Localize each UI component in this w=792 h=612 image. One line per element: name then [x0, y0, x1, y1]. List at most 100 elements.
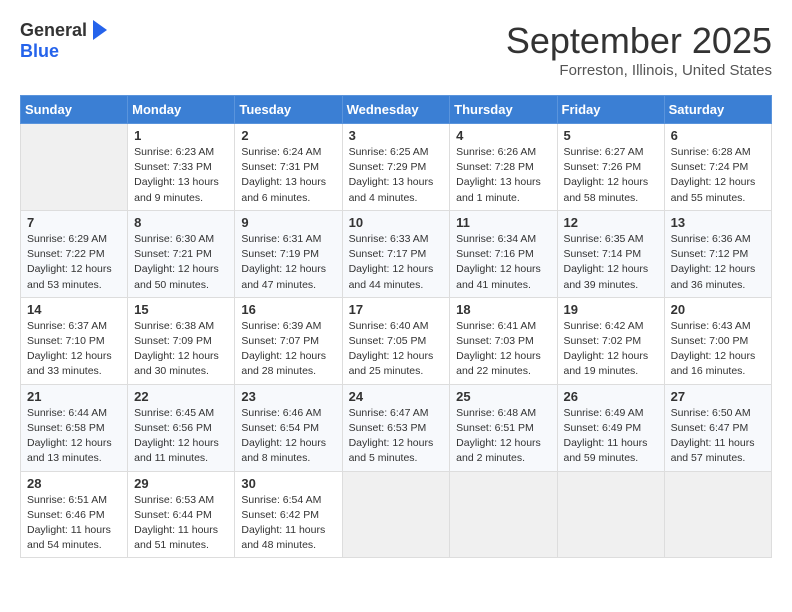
calendar-cell: 23 Sunrise: 6:46 AM Sunset: 6:54 PM Dayli… [235, 384, 342, 471]
calendar-cell: 20Sunrise: 6:43 AM Sunset: 7:00 PM Dayli… [664, 297, 771, 384]
day-number: 18 [456, 302, 550, 317]
day-info: Sunrise: 6:27 AM Sunset: 7:26 PM Dayligh… [564, 145, 658, 206]
calendar-cell: 14 Sunrise: 6:37 AM Sunset: 7:10 PM Dayli… [21, 297, 128, 384]
day-info: Sunrise: 6:51 AM Sunset: 6:46 PM Dayligh… [27, 493, 121, 554]
day-number: 6 [671, 128, 765, 143]
calendar-cell: 17Sunrise: 6:40 AM Sunset: 7:05 PM Dayli… [342, 297, 450, 384]
day-number: 3 [349, 128, 444, 143]
day-info: Sunrise: 6:54 AM Sunset: 6:42 PM Dayligh… [241, 493, 335, 554]
day-number: 5 [564, 128, 658, 143]
calendar-cell: 18 Sunrise: 6:41 AM Sunset: 7:03 PM Dayli… [450, 297, 557, 384]
logo-general-text: General [20, 20, 87, 41]
day-info: Sunrise: 6:48 AM Sunset: 6:51 PM Dayligh… [456, 406, 550, 467]
day-info: Sunrise: 6:26 AM Sunset: 7:28 PM Dayligh… [456, 145, 550, 206]
day-info: Sunrise: 6:38 AM Sunset: 7:09 PM Dayligh… [134, 319, 228, 380]
calendar-cell: 24 Sunrise: 6:47 AM Sunset: 6:53 PM Dayli… [342, 384, 450, 471]
day-number: 26 [564, 389, 658, 404]
calendar-cell: 27 Sunrise: 6:50 AM Sunset: 6:47 PM Dayli… [664, 384, 771, 471]
calendar-cell: 13 Sunrise: 6:36 AM Sunset: 7:12 PM Dayli… [664, 210, 771, 297]
day-header-sunday: Sunday [21, 96, 128, 124]
day-header-monday: Monday [128, 96, 235, 124]
calendar-cell: 4 Sunrise: 6:26 AM Sunset: 7:28 PM Daylig… [450, 124, 557, 211]
day-number: 1 [134, 128, 228, 143]
page-header: General Blue September 2025 Forreston, I… [20, 20, 772, 79]
calendar-cell: 12 Sunrise: 6:35 AM Sunset: 7:14 PM Dayli… [557, 210, 664, 297]
day-info: Sunrise: 6:42 AM Sunset: 7:02 PM Dayligh… [564, 319, 658, 380]
day-header-friday: Friday [557, 96, 664, 124]
calendar-week-1: 1 Sunrise: 6:23 AM Sunset: 7:33 PM Daylig… [21, 124, 772, 211]
day-info: Sunrise: 6:47 AM Sunset: 6:53 PM Dayligh… [349, 406, 444, 467]
day-number: 14 [27, 302, 121, 317]
calendar-cell: 22Sunrise: 6:45 AM Sunset: 6:56 PM Dayli… [128, 384, 235, 471]
day-info: Sunrise: 6:46 AM Sunset: 6:54 PM Dayligh… [241, 406, 335, 467]
day-header-wednesday: Wednesday [342, 96, 450, 124]
calendar-cell: 2 Sunrise: 6:24 AM Sunset: 7:31 PM Daylig… [235, 124, 342, 211]
logo-arrow-icon [93, 20, 107, 40]
day-number: 25 [456, 389, 550, 404]
day-info: Sunrise: 6:25 AM Sunset: 7:29 PM Dayligh… [349, 145, 444, 206]
calendar-cell: 28 Sunrise: 6:51 AM Sunset: 6:46 PM Dayli… [21, 471, 128, 558]
day-number: 4 [456, 128, 550, 143]
calendar-cell: 7 Sunrise: 6:29 AM Sunset: 7:22 PM Daylig… [21, 210, 128, 297]
location-text: Forreston, Illinois, United States [506, 62, 772, 79]
day-info: Sunrise: 6:37 AM Sunset: 7:10 PM Dayligh… [27, 319, 121, 380]
day-info: Sunrise: 6:29 AM Sunset: 7:22 PM Dayligh… [27, 232, 121, 293]
day-info: Sunrise: 6:28 AM Sunset: 7:24 PM Dayligh… [671, 145, 765, 206]
day-number: 13 [671, 215, 765, 230]
calendar-cell: 6 Sunrise: 6:28 AM Sunset: 7:24 PM Daylig… [664, 124, 771, 211]
day-number: 10 [349, 215, 444, 230]
day-number: 11 [456, 215, 550, 230]
day-number: 28 [27, 476, 121, 491]
day-info: Sunrise: 6:35 AM Sunset: 7:14 PM Dayligh… [564, 232, 658, 293]
day-number: 8 [134, 215, 228, 230]
calendar-header-row: SundayMondayTuesdayWednesdayThursdayFrid… [21, 96, 772, 124]
day-info: Sunrise: 6:36 AM Sunset: 7:12 PM Dayligh… [671, 232, 765, 293]
title-section: September 2025 Forreston, Illinois, Unit… [506, 20, 772, 79]
day-number: 23 [241, 389, 335, 404]
day-number: 15 [134, 302, 228, 317]
calendar-cell [21, 124, 128, 211]
day-info: Sunrise: 6:40 AM Sunset: 7:05 PM Dayligh… [349, 319, 444, 380]
day-info: Sunrise: 6:41 AM Sunset: 7:03 PM Dayligh… [456, 319, 550, 380]
day-header-tuesday: Tuesday [235, 96, 342, 124]
calendar-cell [664, 471, 771, 558]
day-info: Sunrise: 6:24 AM Sunset: 7:31 PM Dayligh… [241, 145, 335, 206]
day-number: 2 [241, 128, 335, 143]
day-number: 27 [671, 389, 765, 404]
day-info: Sunrise: 6:44 AM Sunset: 6:58 PM Dayligh… [27, 406, 121, 467]
calendar-week-5: 28 Sunrise: 6:51 AM Sunset: 6:46 PM Dayli… [21, 471, 772, 558]
day-number: 19 [564, 302, 658, 317]
day-info: Sunrise: 6:23 AM Sunset: 7:33 PM Dayligh… [134, 145, 228, 206]
calendar-cell: 21 Sunrise: 6:44 AM Sunset: 6:58 PM Dayli… [21, 384, 128, 471]
day-header-saturday: Saturday [664, 96, 771, 124]
day-header-thursday: Thursday [450, 96, 557, 124]
month-title: September 2025 [506, 20, 772, 62]
calendar-cell: 29 Sunrise: 6:53 AM Sunset: 6:44 PM Dayli… [128, 471, 235, 558]
calendar-cell: 16 Sunrise: 6:39 AM Sunset: 7:07 PM Dayli… [235, 297, 342, 384]
calendar-cell [342, 471, 450, 558]
calendar-cell: 15 Sunrise: 6:38 AM Sunset: 7:09 PM Dayli… [128, 297, 235, 384]
day-number: 7 [27, 215, 121, 230]
day-info: Sunrise: 6:33 AM Sunset: 7:17 PM Dayligh… [349, 232, 444, 293]
day-number: 30 [241, 476, 335, 491]
day-number: 9 [241, 215, 335, 230]
day-number: 29 [134, 476, 228, 491]
calendar-week-4: 21 Sunrise: 6:44 AM Sunset: 6:58 PM Dayli… [21, 384, 772, 471]
calendar-table: SundayMondayTuesdayWednesdayThursdayFrid… [20, 95, 772, 558]
logo-blue-text: Blue [20, 41, 59, 62]
calendar-cell: 8Sunrise: 6:30 AM Sunset: 7:21 PM Daylig… [128, 210, 235, 297]
day-number: 24 [349, 389, 444, 404]
day-number: 20 [671, 302, 765, 317]
day-number: 16 [241, 302, 335, 317]
calendar-cell [450, 471, 557, 558]
calendar-cell: 11Sunrise: 6:34 AM Sunset: 7:16 PM Dayli… [450, 210, 557, 297]
day-info: Sunrise: 6:49 AM Sunset: 6:49 PM Dayligh… [564, 406, 658, 467]
day-info: Sunrise: 6:45 AM Sunset: 6:56 PM Dayligh… [134, 406, 228, 467]
day-number: 12 [564, 215, 658, 230]
calendar-cell: 19 Sunrise: 6:42 AM Sunset: 7:02 PM Dayli… [557, 297, 664, 384]
day-info: Sunrise: 6:53 AM Sunset: 6:44 PM Dayligh… [134, 493, 228, 554]
day-number: 21 [27, 389, 121, 404]
day-info: Sunrise: 6:39 AM Sunset: 7:07 PM Dayligh… [241, 319, 335, 380]
calendar-cell: 25 Sunrise: 6:48 AM Sunset: 6:51 PM Dayli… [450, 384, 557, 471]
day-info: Sunrise: 6:50 AM Sunset: 6:47 PM Dayligh… [671, 406, 765, 467]
